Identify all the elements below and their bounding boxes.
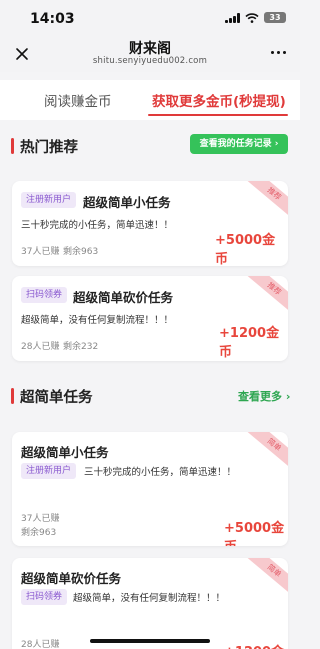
task-card[interactable]: 推荐 注册新用户 超级简单小任务 三十秒完成的小任务，简单迅速！！ 37人已赚 … bbox=[12, 181, 288, 266]
task-card[interactable]: 简单 超级简单砍价任务 扫码领券 超级简单，没有任何复制流程！！！ 28人已赚 … bbox=[12, 558, 288, 649]
task-earned: 28人已赚 bbox=[21, 342, 60, 352]
hot-section-title: 热门推荐 bbox=[20, 140, 78, 156]
hot-section-header: 热门推荐 查看我的任务记录 › bbox=[0, 130, 300, 162]
tab-get-more-coins[interactable]: 获取更多金币(秒提现) bbox=[152, 90, 286, 110]
task-title: 超级简单砍价任务 bbox=[21, 571, 122, 586]
task-tag: 扫码领券 bbox=[21, 287, 68, 303]
task-earned: 37人已赚 bbox=[21, 247, 60, 257]
task-reward: +1200金币 bbox=[224, 641, 288, 649]
task-card[interactable]: 简单 超级简单小任务 注册新用户 三十秒完成的小任务，简单迅速！！ 37人已赚 … bbox=[12, 432, 288, 546]
recommend-ribbon: 推荐 bbox=[244, 276, 288, 315]
simple-ribbon: 简单 bbox=[244, 432, 288, 471]
status-time: 14:03 bbox=[30, 11, 75, 27]
active-tab-indicator bbox=[148, 114, 288, 116]
home-indicator bbox=[90, 639, 210, 643]
tab-read-earn[interactable]: 阅读赚金币 bbox=[44, 90, 112, 110]
more-options-icon[interactable] bbox=[271, 51, 286, 54]
task-tag: 注册新用户 bbox=[21, 463, 77, 479]
section-accent-bar bbox=[11, 138, 14, 154]
see-more-link[interactable]: 查看更多 › bbox=[238, 388, 290, 404]
status-icons: 33 bbox=[225, 12, 286, 23]
section-accent-bar bbox=[11, 388, 14, 404]
signal-icon bbox=[225, 12, 240, 23]
task-tag: 注册新用户 bbox=[21, 192, 77, 208]
task-remaining: 剩余963 bbox=[21, 528, 57, 538]
task-desc: 三十秒完成的小任务，简单迅速！！ bbox=[21, 220, 174, 231]
task-earned: 37人已赚 bbox=[21, 514, 60, 524]
nav-bar: 财来阁 shitu.senyiyuedu002.com bbox=[0, 36, 300, 72]
page-url: shitu.senyiyuedu002.com bbox=[92, 56, 208, 66]
task-title: 超级简单小任务 bbox=[83, 195, 171, 210]
status-bar: 14:03 33 bbox=[0, 0, 300, 36]
task-tag: 扫码领券 bbox=[21, 589, 68, 605]
task-desc: 三十秒完成的小任务，简单迅速！！ bbox=[84, 467, 237, 478]
battery-icon: 33 bbox=[264, 12, 286, 23]
recommend-ribbon: 推荐 bbox=[244, 181, 288, 220]
task-card[interactable]: 推荐 扫码领券 超级简单砍价任务 超级简单，没有任何复制流程！！！ 28人已赚 … bbox=[12, 276, 288, 361]
wifi-icon bbox=[245, 12, 259, 23]
task-reward: +1200金币 bbox=[219, 326, 280, 360]
task-earned: 28人已赚 bbox=[21, 640, 60, 649]
view-task-records-button[interactable]: 查看我的任务记录 › bbox=[190, 134, 288, 154]
task-reward: +5000金币 bbox=[215, 233, 276, 266]
task-remaining: 剩余232 bbox=[63, 342, 99, 352]
simple-ribbon: 简单 bbox=[244, 558, 288, 597]
page-title: 财来阁 bbox=[129, 41, 171, 57]
task-remaining: 剩余963 bbox=[63, 247, 99, 257]
simple-section-title: 超简单任务 bbox=[20, 390, 93, 406]
task-desc: 超级简单，没有任何复制流程！！！ bbox=[21, 315, 174, 326]
tab-bar: 阅读赚金币 获取更多金币(秒提现) bbox=[0, 80, 300, 120]
task-reward: +5000金币 bbox=[224, 521, 285, 546]
task-title: 超级简单小任务 bbox=[21, 445, 109, 460]
task-title: 超级简单砍价任务 bbox=[73, 290, 174, 305]
simple-section-header: 超简单任务 查看更多 › bbox=[0, 380, 300, 412]
task-desc: 超级简单，没有任何复制流程！！！ bbox=[73, 593, 226, 604]
